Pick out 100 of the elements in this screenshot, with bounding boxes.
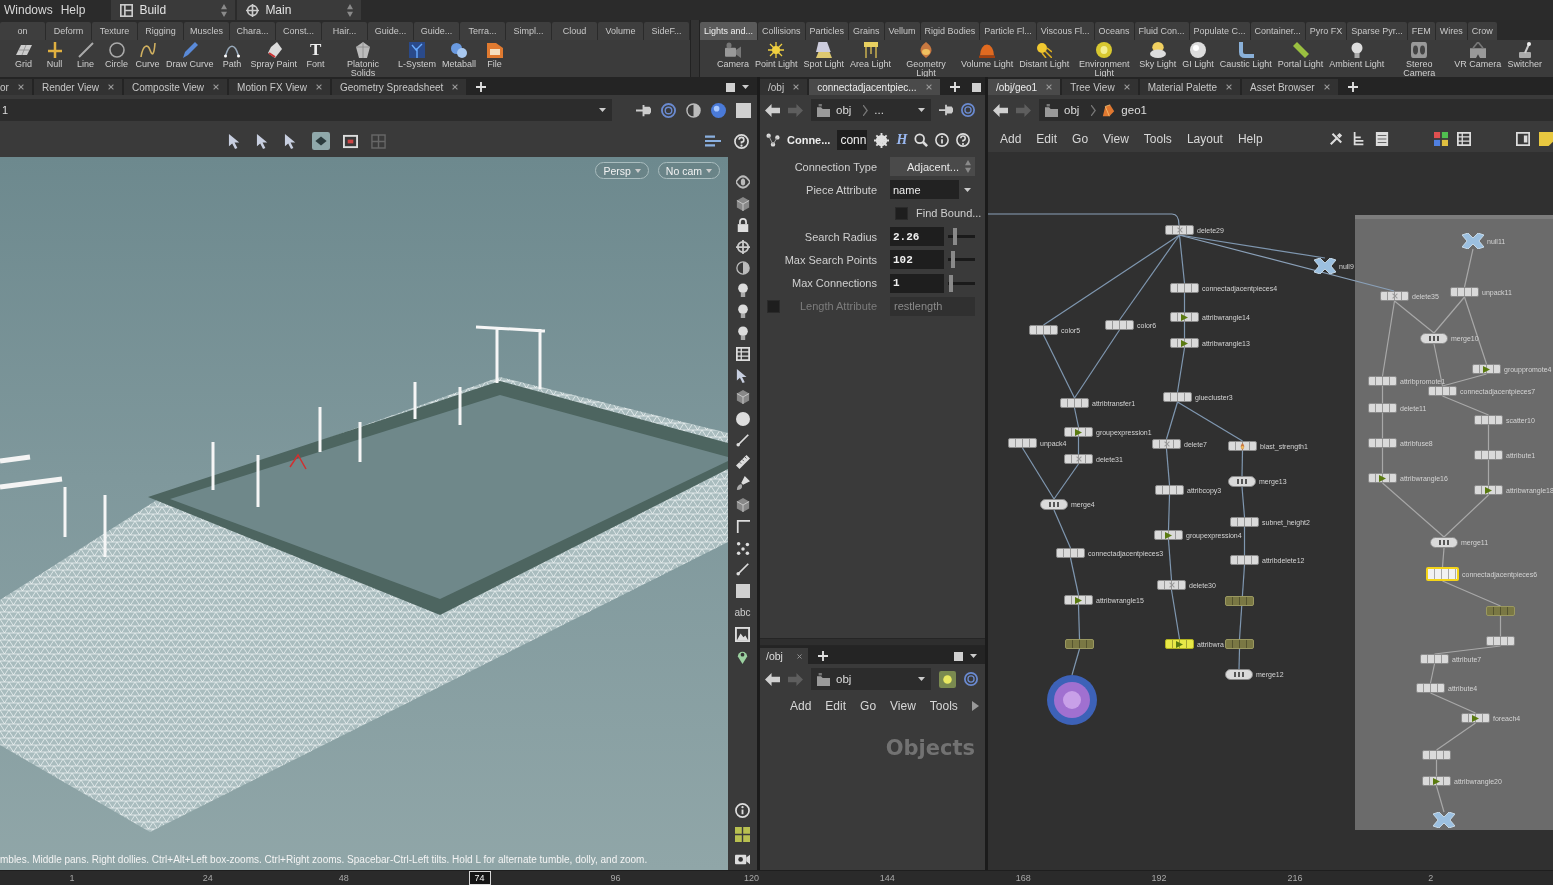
slider-handle[interactable] (952, 228, 957, 246)
shelf-tab[interactable]: Terra... (460, 22, 505, 40)
number-field[interactable]: 2.26 (890, 227, 944, 247)
shelf-tab[interactable]: Cloud (552, 22, 597, 40)
network-node[interactable] (1029, 325, 1058, 335)
shelf-tool[interactable]: Metaball (439, 40, 480, 69)
network-node[interactable] (1228, 441, 1257, 451)
pin-icon[interactable] (636, 102, 651, 118)
slider-handle[interactable] (948, 274, 953, 292)
play-arrow-icon[interactable] (971, 701, 979, 711)
asset-icon[interactable]: H (896, 132, 908, 148)
network-node[interactable] (1368, 473, 1397, 483)
network-node[interactable] (1170, 283, 1199, 293)
shelf-tab[interactable]: Chara... (230, 22, 275, 40)
network-node[interactable] (1165, 225, 1194, 235)
network-node[interactable] (1163, 392, 1192, 402)
merge-node[interactable] (1228, 476, 1256, 487)
shelf-tool[interactable]: L-System (395, 40, 440, 69)
menu-item[interactable]: Edit (1036, 131, 1058, 146)
network-canvas[interactable] (988, 152, 1553, 870)
close-icon[interactable] (452, 84, 459, 90)
network-node[interactable] (1165, 639, 1194, 649)
shelf-tool[interactable]: VR Camera (1451, 40, 1505, 69)
back-arrow-icon[interactable] (765, 672, 780, 686)
network-node[interactable] (1472, 364, 1501, 374)
pane-tab[interactable]: connectadjacentpiec... (809, 79, 940, 95)
network-node[interactable] (1225, 639, 1254, 649)
shelf-tab[interactable]: Collisions (758, 22, 805, 40)
shelf-tab[interactable]: Fluid Con... (1134, 22, 1189, 40)
pane-tab[interactable]: /obj (760, 79, 808, 95)
shelf-tool[interactable]: Spot Light (800, 40, 848, 69)
pane-tab[interactable]: or (0, 79, 32, 95)
menu-item[interactable]: Add (1000, 131, 1022, 146)
network-node[interactable] (1152, 439, 1181, 449)
network-node[interactable] (1065, 639, 1094, 649)
shelf-tab[interactable]: Rigid Bodies (920, 22, 980, 40)
network-node[interactable] (1064, 454, 1093, 464)
shelf-tab[interactable]: Rigging (138, 22, 183, 40)
slider-handle[interactable] (950, 251, 955, 269)
menu-item[interactable]: Edit (825, 699, 847, 713)
caret-icon[interactable] (742, 85, 749, 89)
merge-node[interactable] (1420, 333, 1448, 344)
null-node[interactable] (1462, 233, 1484, 249)
search-icon[interactable] (914, 133, 929, 147)
shelf-tab[interactable]: Particle Fl... (980, 22, 1036, 40)
path-segment[interactable]: ... (874, 104, 884, 116)
network-node[interactable] (1056, 548, 1085, 558)
shelf-tab[interactable]: Texture (92, 22, 137, 40)
shelf-tab[interactable]: Wires (1435, 22, 1467, 40)
shelf-tab[interactable]: Sparse Pyr... (1347, 22, 1407, 40)
shelf-tool[interactable]: T Font (300, 40, 332, 69)
network-node[interactable] (1008, 438, 1037, 448)
pane-tab[interactable]: Composite View (124, 79, 228, 95)
shelf-tool[interactable]: Spray Paint (247, 40, 301, 69)
network-node[interactable] (1225, 596, 1254, 606)
path-segment[interactable]: obj (1064, 104, 1080, 116)
lock-icon[interactable] (735, 218, 750, 232)
path-segment[interactable]: obj (836, 104, 852, 116)
path-field[interactable]: obj (811, 668, 931, 690)
pane-tab[interactable]: Geometry Spreadsheet (331, 79, 467, 95)
menu-item[interactable]: Tools (1143, 131, 1172, 146)
shaded-sphere-icon[interactable] (735, 261, 750, 275)
network-box[interactable] (1355, 215, 1553, 830)
menu-item[interactable]: Go (1072, 131, 1089, 146)
pane-layout-icon[interactable] (971, 82, 981, 92)
pane-tab[interactable]: Motion FX View (229, 79, 330, 95)
menu-item[interactable]: View (1103, 131, 1129, 146)
target-icon[interactable] (661, 102, 676, 118)
network-node[interactable] (1420, 654, 1449, 664)
network-node[interactable] (1170, 338, 1199, 348)
network-node[interactable] (1461, 713, 1490, 723)
target-icon[interactable] (964, 672, 978, 686)
null-node[interactable] (1314, 258, 1336, 274)
close-icon[interactable] (1046, 84, 1053, 90)
picture-icon[interactable] (735, 626, 750, 642)
close-icon[interactable] (1123, 84, 1130, 90)
network-node[interactable] (1230, 517, 1259, 527)
path-segment[interactable]: obj (836, 673, 852, 685)
network-node[interactable] (1060, 398, 1089, 408)
number-field[interactable]: 102 (890, 250, 944, 270)
square-icon[interactable] (735, 583, 750, 598)
view-menu-button[interactable]: Persp (595, 162, 649, 179)
pane-tab[interactable]: /obj/geo1 (988, 79, 1061, 95)
shelf-tab[interactable]: Volume (598, 22, 643, 40)
network-node[interactable] (1474, 450, 1503, 460)
number-field[interactable]: 1 (890, 273, 944, 293)
merge-node[interactable] (1430, 537, 1458, 548)
menu-item[interactable]: Windows (0, 3, 57, 17)
plus-icon[interactable] (817, 651, 828, 661)
network-node[interactable] (1422, 750, 1451, 760)
shaded-sphere-icon[interactable] (686, 102, 701, 118)
network-node[interactable] (1064, 427, 1093, 437)
shelf-tool[interactable]: Point Light (752, 40, 801, 69)
shelf-divider-handle[interactable] (690, 20, 700, 77)
network-node[interactable] (1380, 291, 1409, 301)
shelf-tool[interactable]: Draw Curve (163, 40, 217, 69)
shelf-tab[interactable]: Deform (46, 22, 91, 40)
brush-icon[interactable] (735, 476, 750, 490)
layers-icon[interactable] (705, 134, 721, 148)
network-node[interactable] (1155, 485, 1184, 495)
